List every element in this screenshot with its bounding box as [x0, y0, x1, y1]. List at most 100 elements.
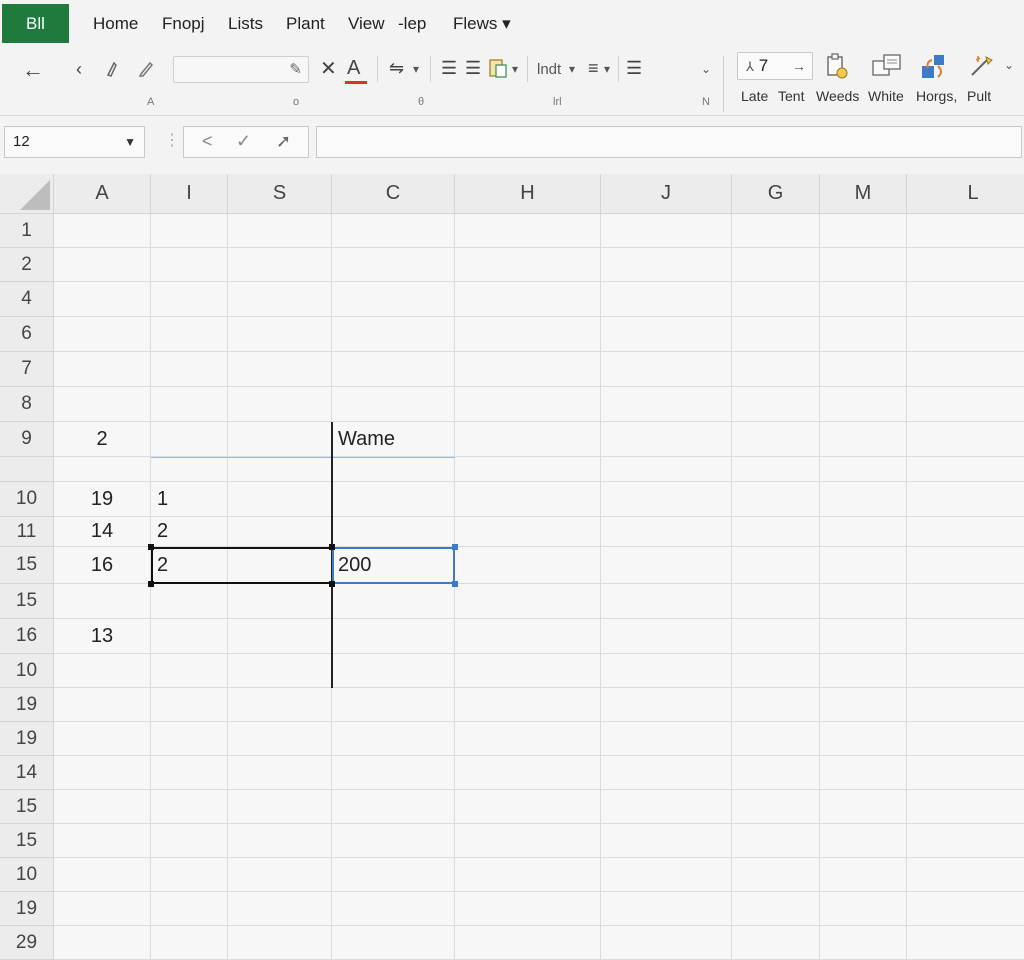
grid-cell[interactable]	[601, 858, 732, 892]
menu-flews[interactable]: Flews ▾	[453, 14, 511, 34]
grid-cell[interactable]	[455, 756, 601, 790]
grid-cell[interactable]	[601, 790, 732, 824]
row-header[interactable]: 19	[0, 722, 54, 756]
grid-cell[interactable]	[732, 517, 820, 547]
grid-cell[interactable]	[732, 926, 820, 960]
grid-cell[interactable]	[455, 790, 601, 824]
grid-cell[interactable]	[332, 858, 455, 892]
grid-cell[interactable]	[151, 457, 228, 482]
grid-cell[interactable]	[907, 547, 1024, 584]
format-painter-icon[interactable]	[104, 59, 124, 82]
grid-cell[interactable]	[907, 858, 1024, 892]
grid-cell[interactable]	[601, 248, 732, 282]
column-header-g[interactable]: G	[732, 174, 820, 214]
grid-cell[interactable]	[332, 482, 455, 517]
grid-cell[interactable]	[455, 722, 601, 756]
grid-cell[interactable]	[732, 248, 820, 282]
grid-cell[interactable]: 200	[332, 547, 455, 584]
grid-cell[interactable]	[455, 892, 601, 926]
grid-cell[interactable]	[907, 790, 1024, 824]
grid-cell[interactable]	[820, 756, 907, 790]
row-header[interactable]: 15	[0, 824, 54, 858]
selection-handle[interactable]	[452, 544, 458, 550]
grid-cell[interactable]	[732, 824, 820, 858]
grid-cell[interactable]	[601, 482, 732, 517]
row-header[interactable]: 9	[0, 422, 54, 457]
grid-cell[interactable]	[907, 654, 1024, 688]
grid-cell[interactable]	[732, 892, 820, 926]
align-center-icon[interactable]: ☰	[465, 59, 481, 77]
grid-cell[interactable]	[228, 858, 332, 892]
grid-cell[interactable]	[151, 248, 228, 282]
grid-cell[interactable]	[332, 892, 455, 926]
grid-cell[interactable]	[54, 688, 151, 722]
grid-cell[interactable]	[907, 387, 1024, 422]
row-header[interactable]: 6	[0, 317, 54, 352]
grid-cell[interactable]	[54, 892, 151, 926]
grid-cell[interactable]	[907, 619, 1024, 654]
grid-cell[interactable]: 13	[54, 619, 151, 654]
grid-cell[interactable]	[455, 482, 601, 517]
grid-cell[interactable]	[732, 282, 820, 317]
grid-cell[interactable]	[455, 824, 601, 858]
grid-cell[interactable]	[228, 248, 332, 282]
selection-handle[interactable]	[452, 581, 458, 587]
selection-handle[interactable]	[329, 544, 335, 550]
menu-view[interactable]: View	[348, 14, 385, 34]
text-direction-icon[interactable]: ⇋	[389, 59, 404, 77]
grid-cell[interactable]	[228, 654, 332, 688]
grid-cell[interactable]	[820, 722, 907, 756]
grid-cell[interactable]	[601, 824, 732, 858]
grid-cell[interactable]	[601, 352, 732, 387]
grid-cell[interactable]	[601, 317, 732, 352]
formula-input[interactable]	[316, 126, 1022, 158]
list-icon[interactable]: ≡	[588, 59, 599, 77]
grid-cell[interactable]	[601, 584, 732, 619]
grid-cell[interactable]	[455, 858, 601, 892]
grid-cell[interactable]	[54, 317, 151, 352]
grid-cell[interactable]	[820, 858, 907, 892]
row-header[interactable]: 1	[0, 214, 54, 248]
white-button[interactable]: White	[868, 88, 904, 104]
chevron-down-icon[interactable]: ▾	[569, 62, 575, 76]
grid-cell[interactable]	[228, 756, 332, 790]
grid-cell[interactable]	[907, 248, 1024, 282]
grid-cell[interactable]	[228, 317, 332, 352]
grid-cell[interactable]	[54, 282, 151, 317]
grid-cell[interactable]	[732, 352, 820, 387]
grid-cell[interactable]	[601, 892, 732, 926]
grid-cell[interactable]	[228, 926, 332, 960]
grid-cell[interactable]	[455, 584, 601, 619]
shapes-icon[interactable]	[918, 52, 948, 80]
grid-cell[interactable]	[228, 282, 332, 317]
grid-cell[interactable]	[332, 214, 455, 248]
grid-cell[interactable]	[601, 547, 732, 584]
grid-cell[interactable]	[732, 722, 820, 756]
row-header[interactable]: 29	[0, 926, 54, 960]
pencil-icon[interactable]	[136, 59, 156, 82]
grid-cell[interactable]	[151, 790, 228, 824]
row-header[interactable]: 19	[0, 688, 54, 722]
grid-cell[interactable]	[332, 387, 455, 422]
grid-cell[interactable]: 16	[54, 547, 151, 584]
menu-help[interactable]: -lep	[398, 14, 426, 34]
grid-cell[interactable]	[907, 317, 1024, 352]
grid-cell[interactable]	[907, 584, 1024, 619]
row-header[interactable]: 15	[0, 584, 54, 619]
grid-cell[interactable]	[732, 619, 820, 654]
grid-cell[interactable]	[54, 352, 151, 387]
grid-cell[interactable]	[601, 517, 732, 547]
grid-cell[interactable]	[820, 824, 907, 858]
menu-lists[interactable]: Lists	[228, 14, 263, 34]
command-input[interactable]: ⅄ 7 →	[737, 52, 813, 80]
grid-cell[interactable]	[601, 722, 732, 756]
grid-cell[interactable]	[54, 248, 151, 282]
grid-cell[interactable]	[455, 654, 601, 688]
check-icon[interactable]: ✓	[236, 131, 251, 152]
horgs-button[interactable]: Horgs,	[916, 88, 957, 104]
select-all-corner[interactable]	[0, 174, 54, 214]
font-color-button[interactable]: A	[347, 58, 360, 78]
drag-handle-icon[interactable]: ⋮	[164, 130, 180, 150]
grid-cell[interactable]	[601, 688, 732, 722]
grid-cell[interactable]	[332, 790, 455, 824]
